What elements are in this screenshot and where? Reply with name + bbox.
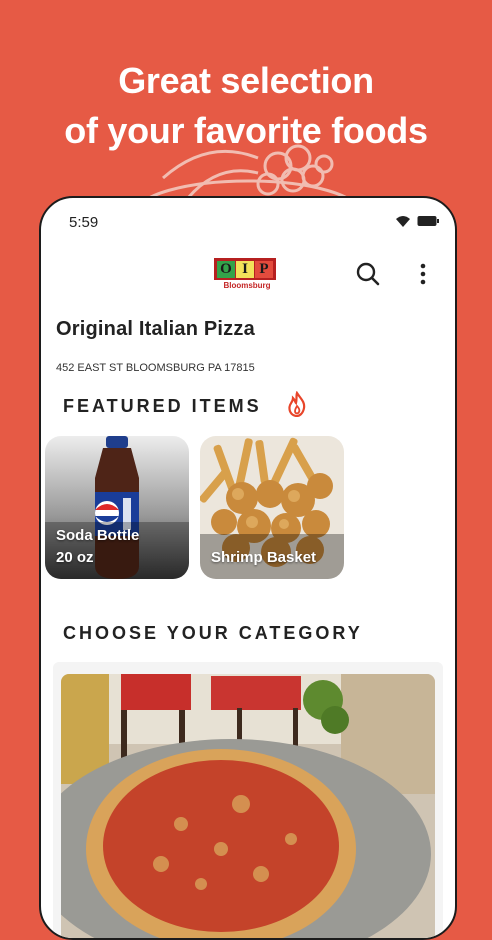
featured-item-label: Soda Bottle 20 oz — [56, 525, 139, 569]
logo-badge: O I P — [214, 258, 276, 280]
more-vertical-icon — [420, 263, 426, 285]
featured-item-name: Shrimp Basket — [211, 549, 317, 566]
promo-line-1: Great selection — [118, 60, 374, 101]
featured-items-title: FEATURED ITEMS — [63, 396, 262, 416]
battery-icon — [417, 216, 439, 226]
featured-item-size: 20 oz — [56, 549, 94, 566]
featured-item-name: Soda Bottle — [56, 527, 140, 544]
fire-icon — [288, 391, 306, 417]
featured-item-shrimp-basket[interactable]: Shrimp Basket — [200, 436, 344, 579]
category-image — [61, 674, 435, 938]
restaurant-logo[interactable]: O I P Bloomsburg — [214, 258, 280, 292]
restaurant-address: 452 EAST ST BLOOMSBURG PA 17815 — [56, 362, 255, 374]
search-icon — [356, 262, 380, 286]
search-button[interactable] — [354, 260, 382, 288]
logo-letter-i: I — [236, 260, 254, 278]
phone-frame: 5:59 O I P Bloomsburg Original Italian P… — [39, 196, 457, 940]
restaurant-name: Original Italian Pizza — [56, 318, 255, 340]
logo-subtitle: Bloomsburg — [223, 281, 271, 290]
status-bar: 5:59 — [41, 198, 455, 244]
more-options-button[interactable] — [413, 260, 433, 288]
category-card-pizza[interactable] — [53, 662, 443, 938]
choose-category-title: CHOOSE YOUR CATEGORY — [63, 623, 363, 643]
logo-letter-o: O — [217, 260, 235, 278]
featured-item-soda-bottle[interactable]: Soda Bottle 20 oz — [45, 436, 189, 579]
status-time: 5:59 — [69, 214, 99, 231]
wifi-icon — [396, 216, 410, 227]
status-icons — [395, 214, 439, 228]
featured-item-label: Shrimp Basket — [211, 547, 316, 569]
logo-letter-p: P — [255, 260, 273, 278]
pizza-photo — [61, 674, 435, 938]
